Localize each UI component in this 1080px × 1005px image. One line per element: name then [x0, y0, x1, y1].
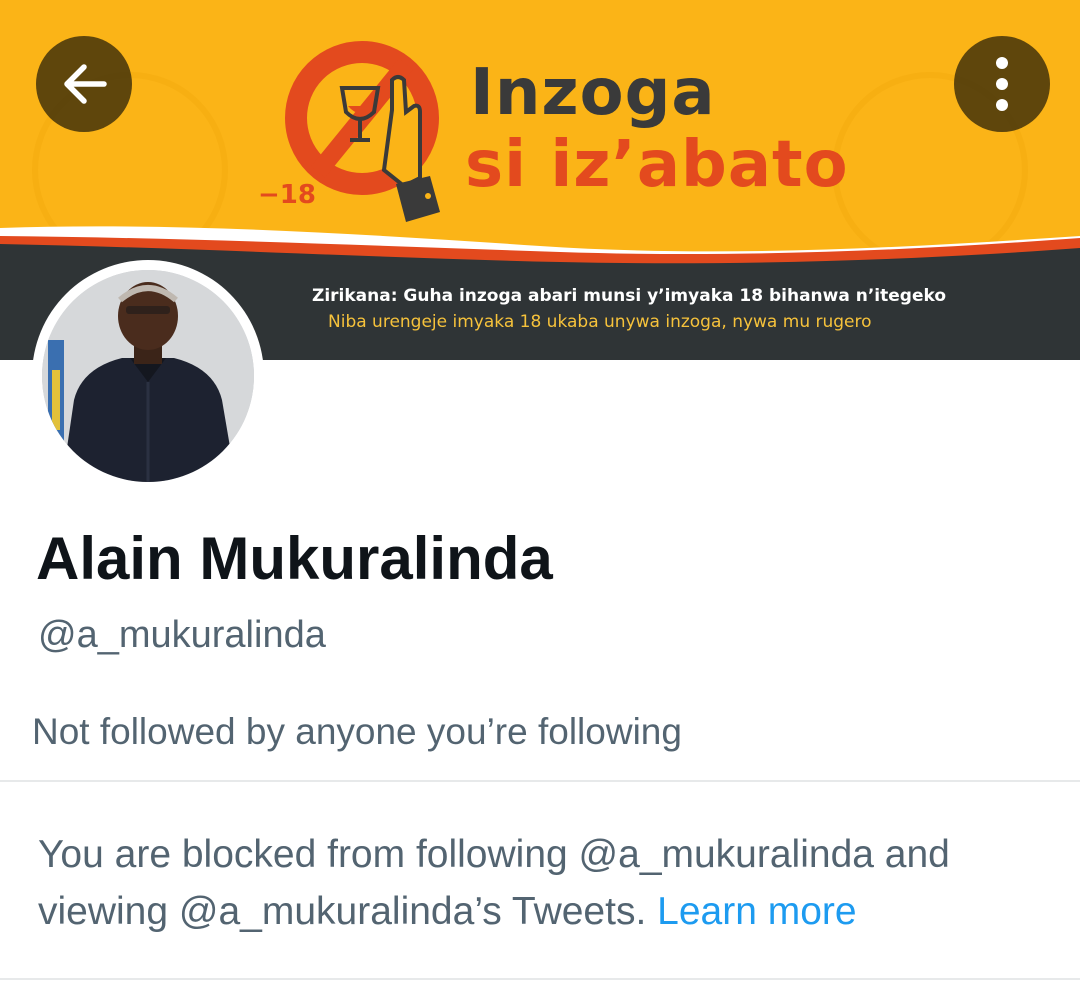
- username-handle: @a_mukuralinda: [38, 614, 326, 656]
- banner-age-label: −18: [258, 180, 316, 210]
- divider: [0, 978, 1080, 980]
- profile-photo: [42, 270, 254, 482]
- blocked-notice: You are blocked from following @a_mukura…: [38, 826, 1048, 940]
- back-button[interactable]: [36, 36, 132, 132]
- banner-notice-line1: Zirikana: Guha inzoga abari munsi y’imya…: [312, 286, 947, 306]
- banner-title-line1: Inzoga: [470, 56, 716, 130]
- display-name: Alain Mukuralinda: [36, 525, 553, 592]
- learn-more-link[interactable]: Learn more: [657, 890, 856, 933]
- avatar[interactable]: [32, 260, 264, 492]
- banner-notice-line2: Niba urengeje imyaka 18 ukaba unywa inzo…: [328, 312, 872, 332]
- arrow-left-icon: [64, 64, 107, 104]
- followers-you-know-text: Not followed by anyone you’re following: [32, 711, 682, 752]
- more-options-button[interactable]: [954, 36, 1050, 132]
- banner-title-line2: si iz’abato: [465, 128, 849, 202]
- divider: [0, 780, 1080, 782]
- more-vertical-icon: [996, 57, 1008, 111]
